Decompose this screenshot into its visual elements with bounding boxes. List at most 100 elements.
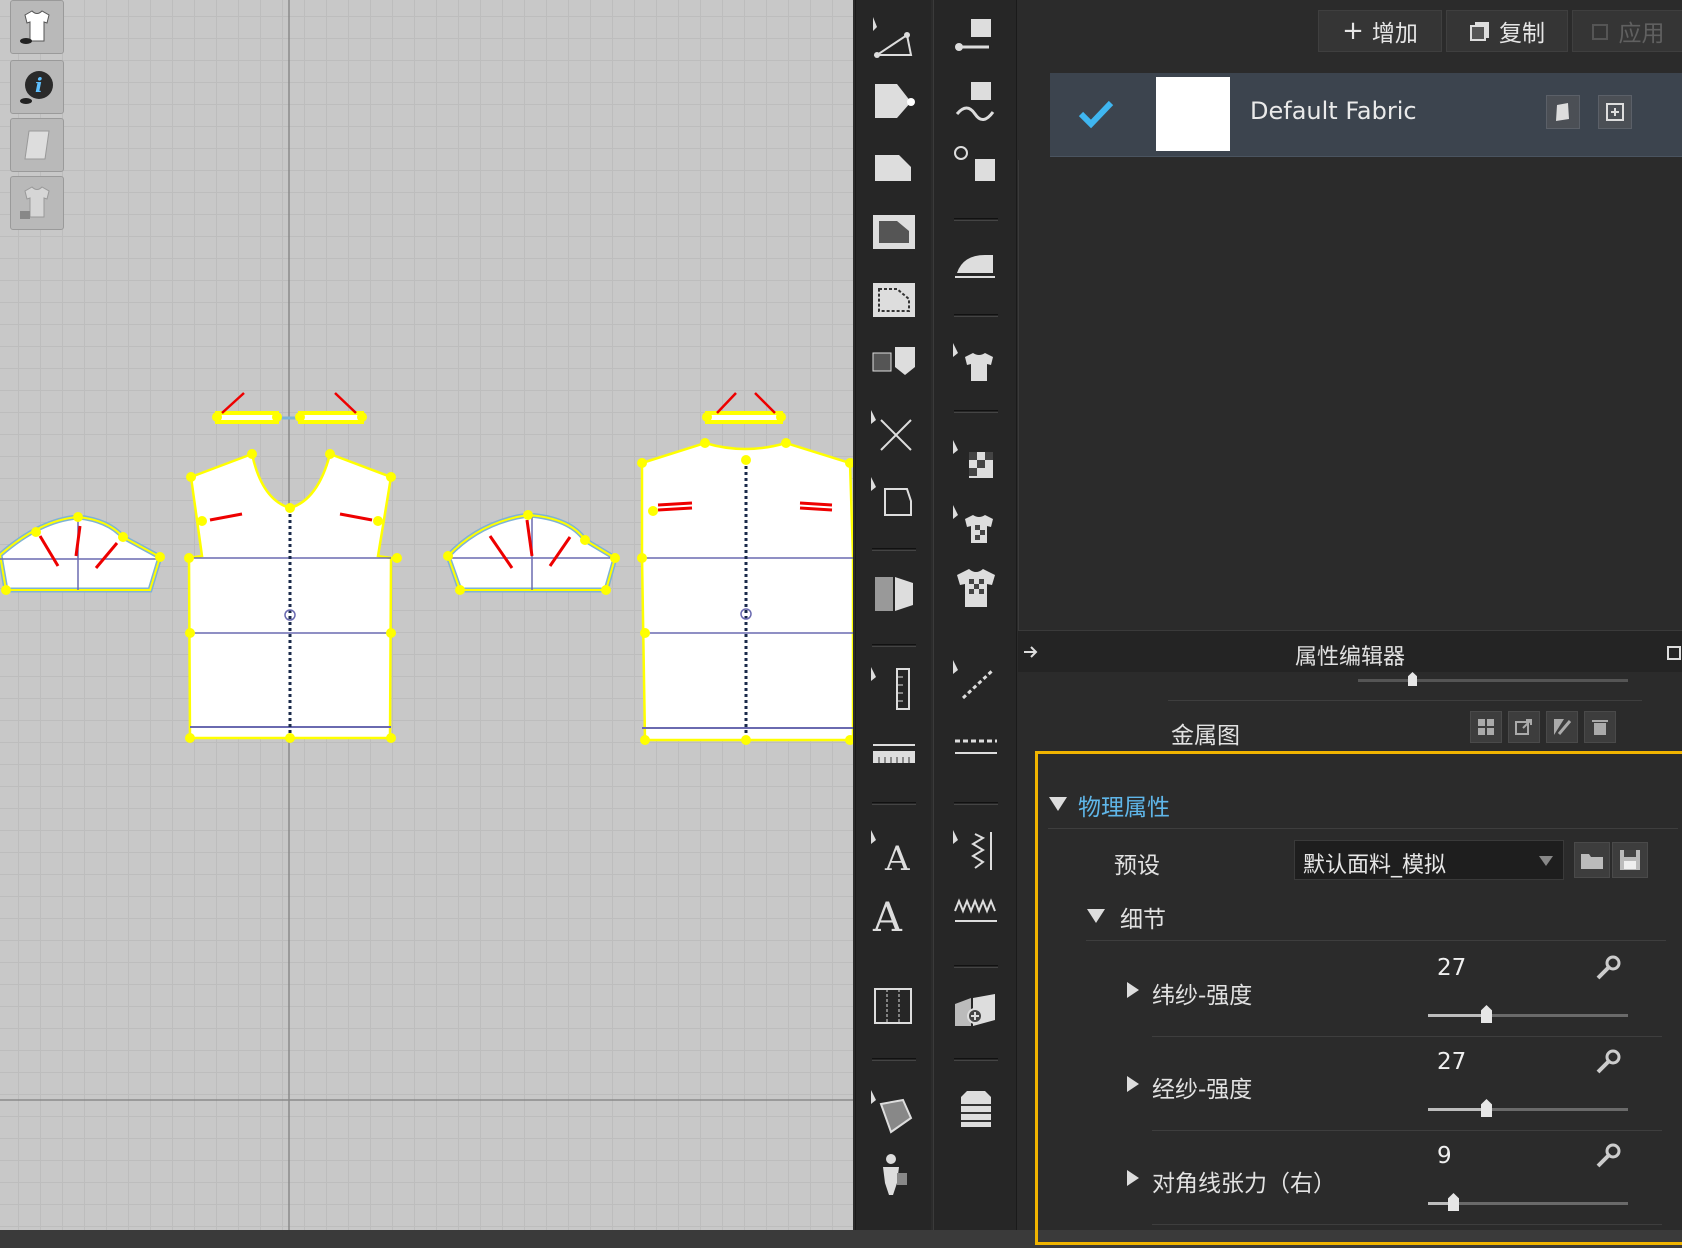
property-editor-header: 属性编辑器	[1018, 630, 1682, 672]
warp-strength-thumb[interactable]	[1481, 1099, 1492, 1117]
sleeve-right[interactable]	[445, 512, 618, 593]
fabric-name: Default Fabric	[1250, 97, 1417, 125]
wrench-icon[interactable]	[1594, 1142, 1622, 1170]
tape-measure-tool[interactable]	[866, 730, 922, 782]
ruler-tool[interactable]	[866, 662, 922, 714]
triangle-right-icon[interactable]	[1126, 1169, 1140, 1187]
pattern-icon	[24, 130, 50, 160]
svg-text:A: A	[884, 839, 910, 876]
triangle-right-icon[interactable]	[1126, 981, 1140, 999]
show-garment-button[interactable]	[10, 0, 64, 54]
collar-right[interactable]	[705, 392, 783, 424]
property-editor-title: 属性编辑器	[1294, 645, 1405, 670]
object-browser-panel: + 增加 复制 应用 Default Fabric 属性编辑器 金属图 物理属性…	[1018, 0, 1682, 1230]
physical-properties-toggle[interactable]: 物理属性	[1048, 788, 1248, 822]
polygon-tool[interactable]	[866, 140, 922, 192]
edit-point-icon	[875, 84, 915, 118]
fabric-duplicate-button[interactable]	[1598, 95, 1632, 129]
edit-pattern-tool[interactable]	[866, 12, 922, 64]
physical-properties-label: 物理属性	[1078, 795, 1170, 821]
text-tool[interactable]: A	[866, 888, 922, 940]
internal-rectangle-tool[interactable]	[866, 274, 922, 326]
wrench-icon[interactable]	[1594, 1048, 1622, 1076]
diagonal-tension-value[interactable]: 9	[1437, 1143, 1452, 1169]
apply-fabric-button[interactable]: 应用	[1572, 10, 1682, 52]
seam-line-icon	[955, 19, 991, 51]
select-garment-tool[interactable]	[948, 338, 1004, 390]
triangle-right-icon[interactable]	[1126, 1075, 1140, 1093]
puzzle-piece-tool[interactable]	[948, 985, 1004, 1037]
fabric-edit-button[interactable]	[1546, 95, 1580, 129]
detail-label: 细节	[1120, 907, 1166, 933]
preset-dropdown[interactable]: 默认面料_模拟	[1294, 840, 1564, 880]
metal-map-edit-button[interactable]	[1546, 711, 1578, 743]
wrench-icon[interactable]	[1594, 954, 1622, 982]
diagonal-tension-thumb[interactable]	[1448, 1193, 1459, 1211]
rectangle-tool[interactable]	[866, 206, 922, 258]
fabric-page-icon	[1556, 103, 1569, 121]
fold-pattern-tool[interactable]	[866, 340, 922, 392]
polygon-icon	[875, 155, 911, 181]
popout-icon[interactable]	[1666, 643, 1682, 661]
seam-line-tool[interactable]	[948, 12, 1004, 64]
lock-garment-button[interactable]	[10, 176, 64, 230]
elastic-tool[interactable]	[948, 825, 1004, 877]
tape-measure-icon	[873, 744, 915, 763]
multi-tool[interactable]	[866, 1085, 922, 1137]
dashed-line-tool[interactable]	[948, 722, 1004, 774]
avatar-tool[interactable]	[866, 1148, 922, 1200]
add-fabric-button[interactable]: + 增加	[1318, 10, 1442, 52]
front-bodice[interactable]	[187, 452, 393, 740]
free-seam-tool[interactable]	[948, 75, 1004, 127]
svg-text:A: A	[872, 895, 903, 939]
pattern-canvas-2d[interactable]: i	[0, 0, 853, 1230]
symmetric-pattern-icon	[875, 577, 913, 611]
weft-strength-value[interactable]: 27	[1437, 955, 1466, 981]
info-button[interactable]: i	[10, 60, 64, 114]
edit-pattern-icon	[873, 17, 913, 58]
top-slider-track[interactable]	[1358, 679, 1628, 682]
fabric-pattern-tool[interactable]	[948, 500, 1004, 552]
checkered-garment-tool[interactable]	[948, 562, 1004, 614]
sleeve-left[interactable]	[0, 514, 163, 593]
back-bodice[interactable]	[640, 441, 853, 742]
copy-icon	[1470, 22, 1489, 41]
texture-tool[interactable]	[948, 435, 1004, 487]
detail-toggle[interactable]: 细节	[1086, 900, 1236, 934]
preset-open-button[interactable]	[1574, 842, 1610, 878]
fabric-swatch	[1156, 77, 1230, 151]
trace-tool[interactable]	[866, 472, 922, 524]
symmetric-pattern-tool[interactable]	[866, 568, 922, 620]
folder-icon	[1581, 854, 1603, 869]
iron-tool[interactable]	[948, 236, 1004, 288]
pattern-pieces[interactable]	[0, 0, 853, 1230]
rectangle-icon	[873, 215, 915, 249]
preset-save-button[interactable]	[1612, 842, 1648, 878]
fabric-list-item[interactable]: Default Fabric	[1050, 73, 1682, 157]
metal-map-delete-button[interactable]	[1584, 711, 1616, 743]
check-seam-tool[interactable]	[948, 140, 1004, 192]
internal-line-tool[interactable]	[948, 655, 1004, 707]
edit-point-tool[interactable]	[866, 75, 922, 127]
text-icon: A	[872, 895, 903, 939]
zigzag-tool[interactable]	[948, 888, 1004, 940]
text-edit-tool[interactable]: A	[866, 825, 922, 877]
zigzag-icon	[954, 898, 997, 922]
checkered-garment-icon	[957, 569, 995, 607]
metal-map-grid-button[interactable]	[1470, 711, 1502, 743]
pattern-view-button[interactable]	[10, 118, 64, 172]
triangle-down-icon	[1049, 797, 1067, 811]
segment-tool[interactable]	[866, 405, 922, 457]
grid-tool[interactable]	[866, 980, 922, 1032]
free-seam-icon	[955, 82, 995, 121]
preset-label: 预设	[1114, 853, 1160, 879]
top-slider-thumb[interactable]	[1408, 672, 1417, 686]
puffer-tool[interactable]	[948, 1082, 1004, 1134]
metal-map-open-button[interactable]	[1508, 711, 1540, 743]
warp-strength-value[interactable]: 27	[1437, 1049, 1466, 1075]
lock-garment-icon	[20, 186, 50, 219]
weft-strength-thumb[interactable]	[1481, 1005, 1492, 1023]
texture-icon	[953, 440, 993, 478]
copy-fabric-button[interactable]: 复制	[1446, 10, 1568, 52]
trace-icon	[871, 477, 912, 516]
